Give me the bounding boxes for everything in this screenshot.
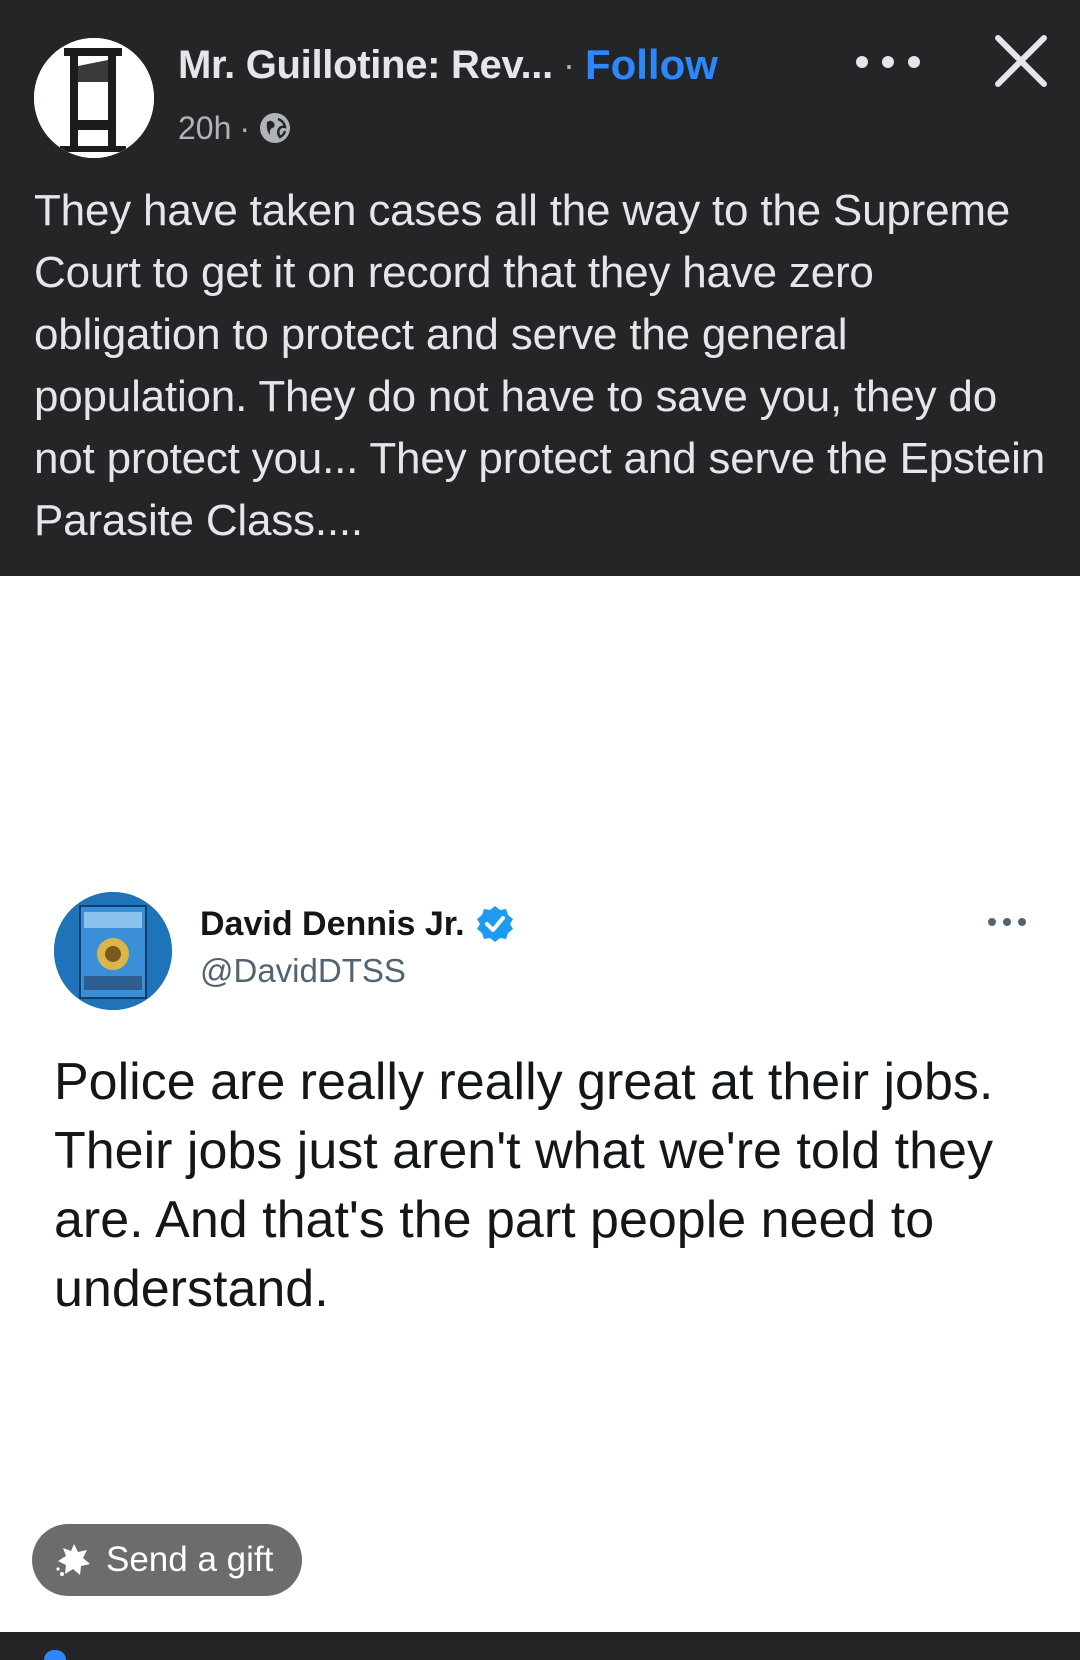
author-name[interactable]: Mr. Guillotine: Rev... bbox=[178, 43, 553, 88]
author-avatar[interactable] bbox=[34, 38, 154, 158]
tweet-more-icon bbox=[988, 918, 1026, 930]
more-dot bbox=[908, 56, 920, 68]
send-gift-label: Send a gift bbox=[106, 1540, 274, 1579]
more-dot bbox=[882, 56, 894, 68]
meta-separator: · bbox=[239, 109, 251, 146]
follow-button[interactable]: Follow bbox=[585, 41, 718, 89]
more-options-icon[interactable] bbox=[856, 40, 920, 84]
globe-icon bbox=[260, 113, 291, 143]
close-icon[interactable] bbox=[990, 30, 1052, 92]
bottom-bar-indicator bbox=[44, 1650, 66, 1660]
tweet-name-row: David Dennis Jr. bbox=[200, 900, 515, 948]
post-text: They have taken cases all the way to the… bbox=[34, 186, 1045, 545]
tweet-author-handle: @DavidDTSS bbox=[200, 952, 406, 989]
bottom-bar bbox=[0, 1632, 1080, 1660]
verified-badge-icon bbox=[476, 906, 513, 942]
tweet-text: Police are really really great at their … bbox=[54, 1053, 994, 1318]
name-separator: · bbox=[562, 44, 575, 85]
send-gift-button[interactable]: Send a gift bbox=[32, 1524, 302, 1596]
guillotine-icon bbox=[34, 38, 154, 158]
post-timestamp[interactable]: 20h bbox=[178, 110, 231, 147]
tweet-author-avatar bbox=[54, 892, 172, 1010]
gift-icon bbox=[56, 1544, 90, 1576]
page: Mr. Guillotine: Rev... · Follow 20h · Th… bbox=[0, 0, 1080, 1660]
book-cover-icon bbox=[54, 892, 172, 1010]
tweet-more-dot bbox=[988, 918, 996, 926]
tweet-more-dot bbox=[1003, 918, 1011, 926]
author-row: Mr. Guillotine: Rev... · Follow bbox=[178, 40, 718, 90]
tweet-more-dot bbox=[1018, 918, 1026, 926]
post-header-panel: Mr. Guillotine: Rev... · Follow 20h · Th… bbox=[0, 0, 1080, 576]
more-dot bbox=[856, 56, 868, 68]
post-meta: 20h · bbox=[178, 106, 292, 150]
tweet-author-name: David Dennis Jr. bbox=[200, 904, 465, 943]
